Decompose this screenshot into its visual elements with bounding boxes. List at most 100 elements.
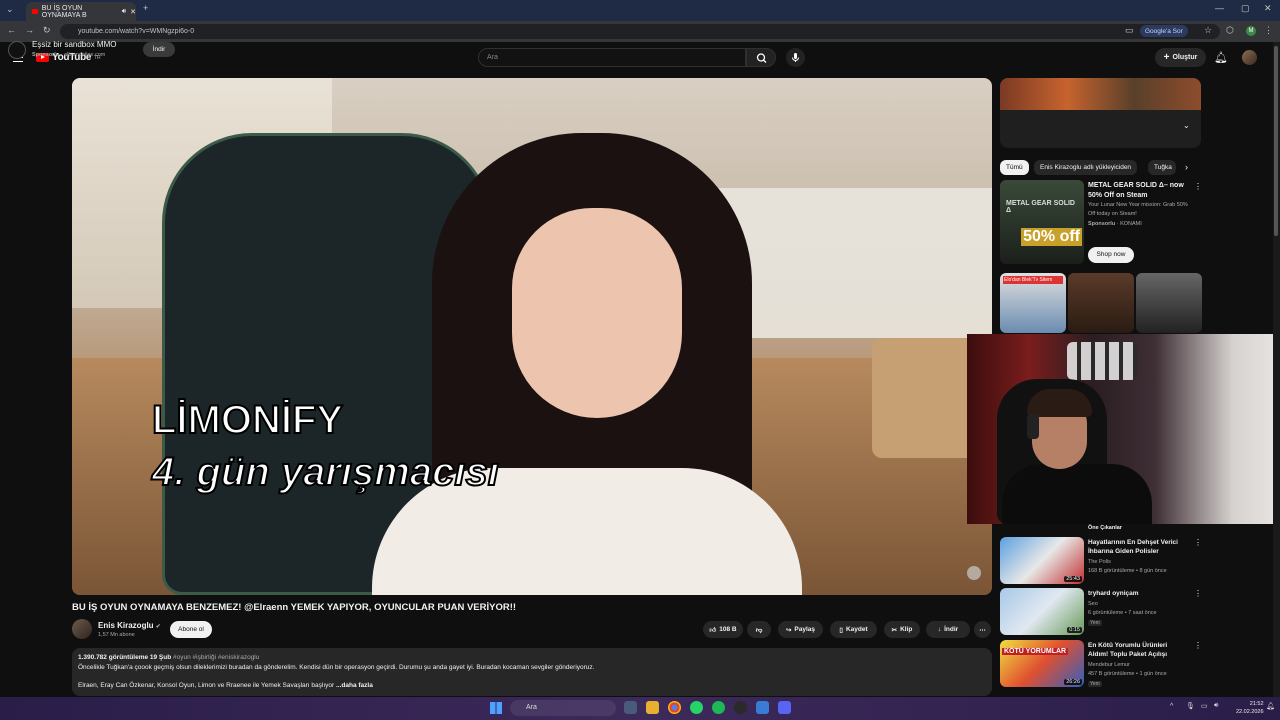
chevron-right-icon[interactable]: › (1185, 162, 1188, 172)
obs-icon[interactable] (734, 701, 747, 714)
discord-icon[interactable] (778, 701, 791, 714)
maximize-icon[interactable]: ▢ (1241, 3, 1250, 14)
bookmark-star-icon[interactable]: ☆ (1204, 25, 1212, 36)
rec-duration-3: 26:26 (1064, 679, 1082, 685)
promo-more-icon[interactable]: ⋮ (1194, 182, 1202, 191)
volume-icon[interactable]: 🔊︎ (1214, 702, 1218, 710)
scrollbar-thumb[interactable] (1274, 46, 1278, 236)
short-thumbnail-3[interactable] (1136, 273, 1202, 333)
chrome-icon[interactable] (668, 701, 681, 714)
voice-search-button[interactable] (786, 48, 805, 67)
address-bar[interactable]: youtube.com/watch?v=WMNgzpi6o-0 (60, 24, 1220, 39)
whatsapp-icon[interactable] (690, 701, 703, 714)
search-button[interactable] (746, 48, 776, 67)
albion-logo (8, 41, 26, 59)
description-line-1: Öncelikle Tuğkan'a çoook geçmiş olsun di… (78, 664, 595, 671)
taskbar-search[interactable]: Ara (510, 700, 616, 716)
rec-more-icon-1[interactable]: ⋮ (1194, 538, 1202, 547)
google-ask-label: Google'a Sor (1145, 27, 1183, 35)
forward-icon[interactable]: → (25, 25, 34, 35)
channel-watermark-icon[interactable] (967, 566, 981, 580)
hashtags[interactable]: #oyun #işbirliği #eniskirazoglu (173, 654, 259, 661)
new-tab-icon[interactable]: + (143, 3, 148, 13)
app-icon[interactable] (756, 701, 769, 714)
mic-tray-icon[interactable]: 🎙︎ (1186, 702, 1195, 710)
rec-title-3[interactable]: En Kötü Yorumlu Ürünleri Aldım! Toplu Pa… (1088, 641, 1188, 659)
promo-sponsor: Sponsorlu · KONAMI (1088, 221, 1142, 227)
chip-tugkan[interactable]: Tuğka (1148, 160, 1176, 175)
chevron-down-icon[interactable]: ⌄ (1183, 121, 1190, 130)
browser-tab[interactable]: BU İŞ OYUN OYNAMAYA B 🔊︎ ✕ (26, 2, 136, 21)
rec-thumbnail-1[interactable]: 25:43 (1000, 537, 1084, 584)
close-window-icon[interactable]: ✕ (1264, 3, 1272, 14)
create-button[interactable]: + Oluştur (1155, 48, 1206, 67)
rec-channel-1: The Polis (1088, 559, 1111, 565)
rec-thumbnail-2[interactable]: 0:15 (1000, 588, 1084, 635)
tab-close-icon[interactable]: ✕ (130, 8, 136, 16)
google-ask-button[interactable]: Google'a Sor (1140, 25, 1188, 37)
spotify-icon[interactable] (712, 701, 725, 714)
clip-button[interactable]: ✂ Klip (884, 621, 920, 638)
sidebar-ad-card[interactable] (1000, 78, 1201, 148)
like-button[interactable]: 👍︎ 108 B (703, 621, 743, 638)
chip-uploader[interactable]: Enis Kirazoglu adlı yükleyiciden (1034, 160, 1138, 175)
rec-title-2[interactable]: tryhard oyniçam (1088, 589, 1188, 598)
webcam-overlay[interactable] (967, 334, 1280, 524)
microphone-icon (792, 53, 799, 62)
download-label: İndir (944, 626, 959, 633)
ad-download-button[interactable]: İndir (143, 42, 175, 57)
description-box[interactable]: 1.390.782 görüntüleme 19 Şub #oyun #işbi… (72, 648, 992, 696)
taskbar-clock[interactable]: 21:52 22.02.2026 (1236, 700, 1264, 716)
ad-sponsor-line: Sponsorlu · albiononline.com (32, 52, 106, 58)
notifications-bell-icon[interactable]: 🔔︎ (1214, 51, 1228, 64)
rec-thumbnail-3[interactable]: KÖTÜ YORUMLAR 26:26 (1000, 640, 1084, 687)
channel-avatar[interactable] (72, 619, 92, 639)
task-view-icon[interactable] (624, 701, 637, 714)
audio-icon[interactable]: 🔊︎ (122, 8, 126, 16)
search-input[interactable]: Ara (478, 48, 746, 67)
chip-all[interactable]: Tümü (1000, 160, 1029, 175)
tab-search-icon[interactable]: ⌄ (6, 4, 14, 15)
subscribe-button[interactable]: Abone ol (170, 621, 212, 638)
more-actions-button[interactable]: ⋯ (974, 621, 991, 638)
file-explorer-icon[interactable] (646, 701, 659, 714)
download-button[interactable]: ↓ İndir (926, 621, 970, 638)
cast-icon[interactable]: ▭ (1125, 25, 1134, 36)
share-button[interactable]: ↪ Paylaş (778, 621, 823, 638)
windows-start-icon[interactable] (490, 702, 502, 714)
ad-banner-image (1000, 78, 1201, 110)
tray-chevron-icon[interactable]: ^ (1170, 703, 1173, 710)
short-thumbnail-1[interactable]: Elo'dan Blek'Tv Sitem (1000, 273, 1066, 333)
notification-center-icon[interactable]: 🔔︎ (1266, 702, 1275, 710)
rec-title-1[interactable]: Hayatlarının En Dehşet Verici İhbarına G… (1088, 538, 1188, 556)
channel-name[interactable]: Enis Kirazoglu ✔ (98, 621, 161, 630)
minimize-icon[interactable]: — (1215, 3, 1224, 13)
thumbs-down-icon: 👎︎ (755, 626, 763, 634)
shop-now-button[interactable]: Shop now (1088, 247, 1134, 263)
short-thumbnail-2[interactable] (1068, 273, 1134, 333)
clip-label: Klip (900, 626, 913, 633)
reload-icon[interactable]: ↻ (43, 25, 51, 36)
promo-thumbnail[interactable]: METAL GEAR SOLID Δ 50% off (1000, 180, 1084, 264)
thumbs-up-icon: 👍︎ (709, 626, 717, 634)
scissors-icon: ✂ (891, 626, 898, 634)
plus-icon: + (1163, 52, 1170, 63)
dislike-button[interactable]: 👎︎ (747, 621, 771, 638)
save-button[interactable]: ▯ Kaydet (830, 621, 877, 638)
tab-title: BU İŞ OYUN OYNAMAYA B (41, 4, 87, 19)
promo-title[interactable]: METAL GEAR SOLID Δ– now 50% Off on Steam (1088, 181, 1188, 201)
video-player[interactable]: LİMONİFY 4. gün yarışmacısı (72, 78, 992, 595)
browser-profile-avatar[interactable]: M (1246, 26, 1256, 36)
extensions-icon[interactable]: ⬡ (1226, 25, 1234, 36)
verified-icon: ✔ (155, 624, 161, 630)
show-more-link[interactable]: ...daha fazla (336, 682, 373, 689)
rec-more-icon-2[interactable]: ⋮ (1194, 589, 1202, 598)
rec-more-icon-3[interactable]: ⋮ (1194, 641, 1202, 650)
account-avatar[interactable] (1242, 50, 1257, 65)
video-person-face (512, 208, 682, 418)
back-icon[interactable]: ← (7, 25, 16, 35)
network-icon[interactable]: ▭ (1201, 702, 1208, 710)
description-stats: 1.390.782 görüntüleme 19 Şub #oyun #işbi… (78, 654, 260, 661)
browser-menu-icon[interactable]: ⋮ (1264, 25, 1273, 36)
bookmark-icon: ▯ (839, 626, 843, 634)
